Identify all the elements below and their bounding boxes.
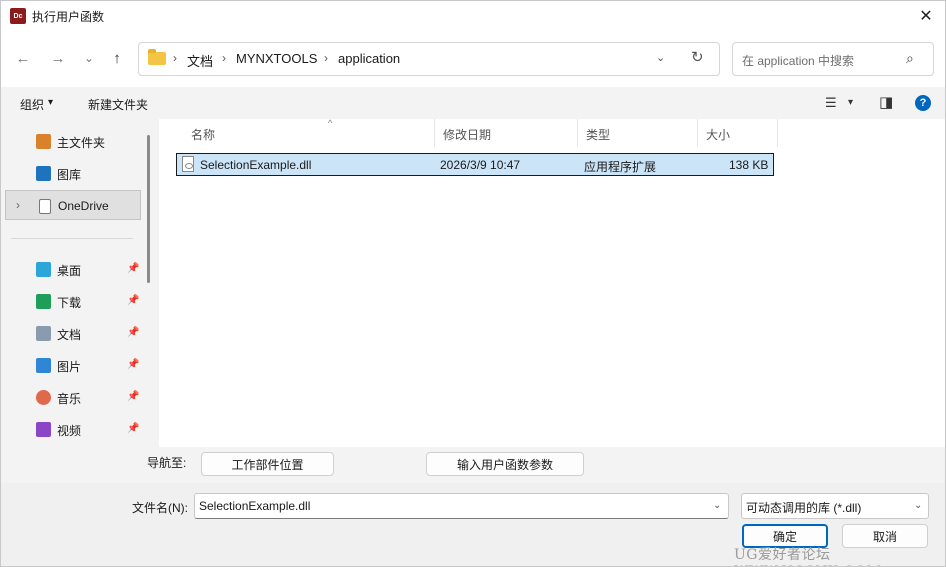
window-title: 执行用户函数 <box>32 10 105 24</box>
pin-icon[interactable]: 📌 <box>127 263 139 274</box>
column-header-label: 名称 <box>191 128 216 142</box>
breadcrumb-mynxtools[interactable]: MYNXTOOLS <box>236 51 317 66</box>
file-name-input[interactable]: SelectionExample.dll ⌄ <box>194 493 729 519</box>
search-placeholder: 在 application 中搜索 <box>742 54 855 68</box>
download-icon <box>36 294 51 309</box>
gallery-icon <box>36 166 51 181</box>
dll-file-icon <box>182 156 194 172</box>
file-modified: 2026/3/9 10:47 <box>440 158 521 172</box>
title-bar: Dc 执行用户函数 ✕ <box>1 1 945 31</box>
sidebar-item-label: 视频 <box>57 424 82 438</box>
column-header-name[interactable]: 名称 ^ <box>183 118 435 147</box>
sidebar-item-music[interactable]: 音乐 📌 <box>5 382 141 412</box>
sidebar-item-label: 图库 <box>57 168 82 182</box>
column-header-type[interactable]: 类型 <box>578 119 698 147</box>
sidebar-item-pictures[interactable]: 图片 📌 <box>5 350 141 380</box>
work-part-location-button[interactable]: 工作部件位置 <box>201 452 334 476</box>
videos-icon <box>36 422 51 437</box>
toolbar: 组织 ▾ 新建文件夹 ☰ ▾ ◨ ? <box>1 87 945 119</box>
file-size: 138 KB <box>729 158 769 172</box>
help-icon[interactable]: ? <box>915 95 931 111</box>
sidebar-item-label: OneDrive <box>58 199 109 213</box>
sidebar-item-label: 下载 <box>57 296 82 310</box>
file-type-filter-value: 可动态调用的库 (*.dll) <box>746 501 862 515</box>
pictures-icon <box>36 358 51 373</box>
sidebar-item-home[interactable]: 主文件夹 <box>5 126 141 156</box>
watermark: UG爱好者论坛 WWW.UGSNX.COM <box>734 547 881 566</box>
chevron-down-icon[interactable]: ⌄ <box>713 500 721 511</box>
view-options-icon[interactable]: ☰ <box>825 95 837 111</box>
sidebar-item-documents[interactable]: 文档 📌 <box>5 318 141 348</box>
chevron-right-icon[interactable]: › <box>16 198 20 212</box>
recent-locations-icon[interactable]: ⌄ <box>79 48 99 68</box>
app-icon: Dc <box>10 8 26 24</box>
address-bar[interactable]: › 文档 › MYNXTOOLS › application ⌄ ↻ <box>138 42 720 76</box>
column-header-size[interactable]: 大小 <box>698 119 778 147</box>
file-row-selected[interactable]: SelectionExample.dll 2026/3/9 10:47 应用程序… <box>176 153 774 176</box>
sidebar-item-label: 图片 <box>57 360 82 374</box>
breadcrumb-separator[interactable]: › <box>324 51 328 65</box>
sidebar-item-downloads[interactable]: 下载 📌 <box>5 286 141 316</box>
preview-pane-icon[interactable]: ◨ <box>879 93 893 111</box>
onedrive-icon <box>39 199 51 214</box>
folder-icon <box>148 49 166 65</box>
view-caret-icon[interactable]: ▾ <box>848 97 853 108</box>
close-icon[interactable]: ✕ <box>906 1 945 31</box>
desktop-icon <box>36 262 51 277</box>
address-row: ← → ⌄ ↑ › 文档 › MYNXTOOLS › application ⌄… <box>1 31 945 87</box>
back-icon[interactable]: ← <box>13 48 33 68</box>
refresh-icon[interactable]: ↻ <box>691 48 704 66</box>
sidebar-item-label: 桌面 <box>57 264 82 278</box>
file-name: SelectionExample.dll <box>200 158 312 172</box>
pin-icon[interactable]: 📌 <box>127 391 139 402</box>
music-icon <box>36 390 51 405</box>
pin-icon[interactable]: 📌 <box>127 359 139 370</box>
home-icon <box>36 134 51 149</box>
sort-ascending-icon: ^ <box>328 118 333 128</box>
input-user-function-params-button[interactable]: 输入用户函数参数 <box>426 452 584 476</box>
file-type: 应用程序扩展 <box>584 160 657 174</box>
file-type-filter[interactable]: 可动态调用的库 (*.dll) ⌄ <box>741 493 929 519</box>
breadcrumb-separator[interactable]: › <box>173 51 177 65</box>
organize-button[interactable]: 组织 <box>20 96 44 113</box>
up-icon[interactable]: ↑ <box>107 48 127 68</box>
address-dropdown-icon[interactable]: ⌄ <box>656 51 665 64</box>
file-name-area: 文件名(N): SelectionExample.dll ⌄ 可动态调用的库 (… <box>1 483 945 566</box>
column-header-label: 大小 <box>706 128 731 142</box>
column-header-label: 修改日期 <box>443 128 492 142</box>
search-input[interactable]: 在 application 中搜索 ⌕ <box>732 42 934 76</box>
navigate-to-label: 导航至: <box>147 456 187 470</box>
navigation-pane: 主文件夹 图库 › OneDrive 桌面 📌 下载 📌 文档 📌 图片 📌 音… <box>1 119 159 447</box>
breadcrumb-application[interactable]: application <box>338 51 400 66</box>
chevron-down-icon[interactable]: ⌄ <box>914 500 922 511</box>
new-folder-button[interactable]: 新建文件夹 <box>88 96 148 113</box>
pin-icon[interactable]: 📌 <box>127 327 139 338</box>
sidebar-item-desktop[interactable]: 桌面 📌 <box>5 254 141 284</box>
sidebar-scrollbar[interactable] <box>147 135 150 283</box>
breadcrumb-documents[interactable]: 文档 <box>187 51 213 70</box>
sidebar-item-label: 主文件夹 <box>57 136 106 150</box>
documents-icon <box>36 326 51 341</box>
column-header-modified[interactable]: 修改日期 <box>435 119 578 147</box>
breadcrumb-separator[interactable]: › <box>222 51 226 65</box>
forward-icon[interactable]: → <box>48 48 68 68</box>
sidebar-item-gallery[interactable]: 图库 <box>5 158 141 188</box>
file-name-value: SelectionExample.dll <box>199 499 311 513</box>
column-header-label: 类型 <box>586 128 611 142</box>
file-name-label: 文件名(N): <box>132 501 188 515</box>
pin-icon[interactable]: 📌 <box>127 423 139 434</box>
organize-caret-icon[interactable]: ▾ <box>48 97 53 108</box>
sidebar-item-label: 音乐 <box>57 392 82 406</box>
pin-icon[interactable]: 📌 <box>127 295 139 306</box>
sidebar-item-onedrive[interactable]: › OneDrive <box>5 190 141 220</box>
navigate-to-row: 导航至: 工作部件位置 输入用户函数参数 <box>1 447 945 483</box>
search-icon[interactable]: ⌕ <box>906 50 914 67</box>
sidebar-item-videos[interactable]: 视频 📌 <box>5 414 141 444</box>
sidebar-item-label: 文档 <box>57 328 82 342</box>
file-list: 名称 ^ 修改日期 类型 大小 SelectionExample.dll 202… <box>159 118 945 447</box>
file-dialog-window: Dc 执行用户函数 ✕ ← → ⌄ ↑ › 文档 › MYNXTOOLS › a… <box>0 0 946 567</box>
sidebar-divider <box>11 238 133 239</box>
